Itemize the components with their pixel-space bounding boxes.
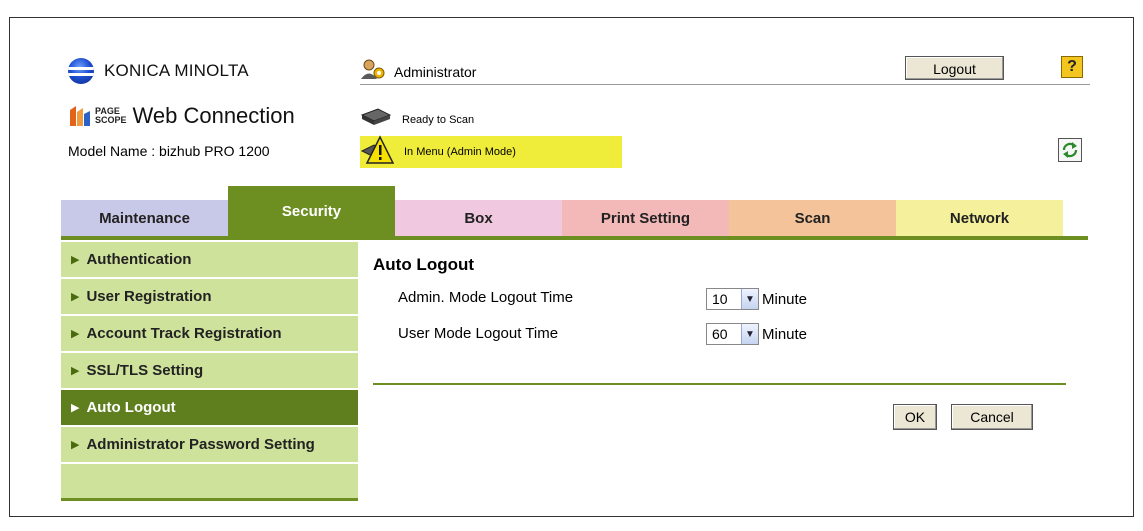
user-mode-logout-row: 60 ▼ Minute: [706, 323, 807, 345]
ok-button[interactable]: OK: [893, 404, 937, 430]
help-icon[interactable]: ?: [1061, 56, 1083, 78]
main-tabs: Maintenance Security Box Print Setting S…: [61, 186, 1063, 236]
sidebar-item-account-track-registration[interactable]: ▶ Account Track Registration: [61, 316, 358, 353]
arrow-right-icon: ▶: [71, 365, 80, 377]
sidebar-item-auto-logout[interactable]: ▶ Auto Logout: [61, 390, 358, 427]
sidebar-item-label: User Registration: [86, 288, 212, 305]
sidebar-item-authentication[interactable]: ▶ Authentication: [61, 242, 358, 279]
user-role-row: Administrator: [360, 58, 476, 85]
chevron-down-icon[interactable]: ▼: [741, 324, 758, 344]
tab-security-label: Security: [281, 202, 342, 220]
logout-button[interactable]: Logout: [905, 56, 1004, 80]
admin-mode-logout-label: Admin. Mode Logout Time: [398, 289, 574, 306]
user-mode-logout-unit: Minute: [762, 325, 808, 343]
sidebar: ▶ Authentication ▶ User Registration ▶ Acco…: [61, 242, 358, 501]
arrow-right-icon: ▶: [71, 328, 80, 340]
pagescope-line2: SCOPE: [95, 115, 127, 125]
sidebar-item-ssl-tls-setting[interactable]: ▶ SSL/TLS Setting: [61, 353, 358, 390]
tab-print-setting[interactable]: Print Setting: [562, 200, 729, 236]
tab-network-label: Network: [949, 210, 1010, 227]
refresh-icon[interactable]: [1058, 138, 1082, 162]
admin-mode-logout-select[interactable]: 10 ▼: [706, 288, 759, 310]
content-divider: [373, 383, 1066, 385]
administrator-icon: [360, 58, 386, 85]
warning-icon: [360, 134, 395, 170]
tab-box[interactable]: Box: [395, 200, 562, 236]
sidebar-item-administrator-password-setting[interactable]: ▶ Administrator Password Setting: [61, 427, 358, 464]
scanner-icon: [360, 107, 392, 132]
brand-name: KONICA MINOLTA: [104, 61, 249, 80]
globe-logo-icon: [68, 58, 94, 84]
cancel-button[interactable]: Cancel: [951, 404, 1033, 430]
sidebar-item-label: Authentication: [86, 251, 192, 268]
user-mode-logout-value: 60: [712, 326, 728, 342]
sidebar-bottom-rule: [61, 498, 358, 501]
status-menu-row: In Menu (Admin Mode): [360, 134, 622, 170]
sidebar-fill: [61, 464, 358, 498]
admin-mode-logout-unit: Minute: [762, 290, 808, 308]
sidebar-item-label: Account Track Registration: [86, 325, 282, 342]
tab-security[interactable]: Security: [228, 186, 395, 236]
model-name: Model Name : bizhub PRO 1200: [68, 143, 270, 159]
arrow-right-icon: ▶: [71, 291, 80, 303]
pagescope-label: PAGE SCOPE: [95, 107, 127, 125]
arrow-right-icon: ▶: [71, 254, 80, 266]
arrow-right-icon: ▶: [71, 439, 80, 451]
tab-scan-label: Scan: [794, 210, 831, 227]
tab-scan[interactable]: Scan: [729, 200, 896, 236]
status-menu-text: In Menu (Admin Mode): [404, 146, 516, 158]
user-mode-logout-select[interactable]: 60 ▼: [706, 323, 759, 345]
tab-maintenance[interactable]: Maintenance: [61, 200, 228, 236]
admin-mode-logout-row: 10 ▼ Minute: [706, 288, 807, 310]
tab-print-setting-label: Print Setting: [600, 210, 691, 227]
tab-box-label: Box: [464, 210, 493, 227]
product-name: Web Connection: [132, 103, 295, 128]
arrow-right-icon: ▶: [71, 402, 80, 414]
sidebar-item-label: SSL/TLS Setting: [86, 362, 204, 379]
user-role-label: Administrator: [394, 63, 477, 80]
sidebar-item-label: Administrator Password Setting: [86, 436, 315, 453]
chevron-down-icon[interactable]: ▼: [741, 289, 758, 309]
pagescope-logo: PAGE SCOPE Web Connection: [68, 103, 295, 129]
tab-maintenance-label: Maintenance: [99, 210, 190, 227]
header-divider: [360, 84, 1090, 85]
tab-network[interactable]: Network: [896, 200, 1063, 236]
admin-mode-logout-value: 10: [712, 291, 728, 307]
konica-minolta-logo: KONICA MINOLTA: [68, 58, 249, 84]
sidebar-item-label: Auto Logout: [86, 399, 176, 416]
pagescope-icon: [68, 104, 92, 128]
status-ready-text: Ready to Scan: [402, 113, 475, 126]
status-ready-row: Ready to Scan: [360, 107, 474, 132]
page-title: Auto Logout: [373, 255, 475, 274]
user-mode-logout-label: User Mode Logout Time: [398, 325, 559, 342]
sidebar-item-user-registration[interactable]: ▶ User Registration: [61, 279, 358, 316]
tab-underline: [61, 236, 1088, 240]
